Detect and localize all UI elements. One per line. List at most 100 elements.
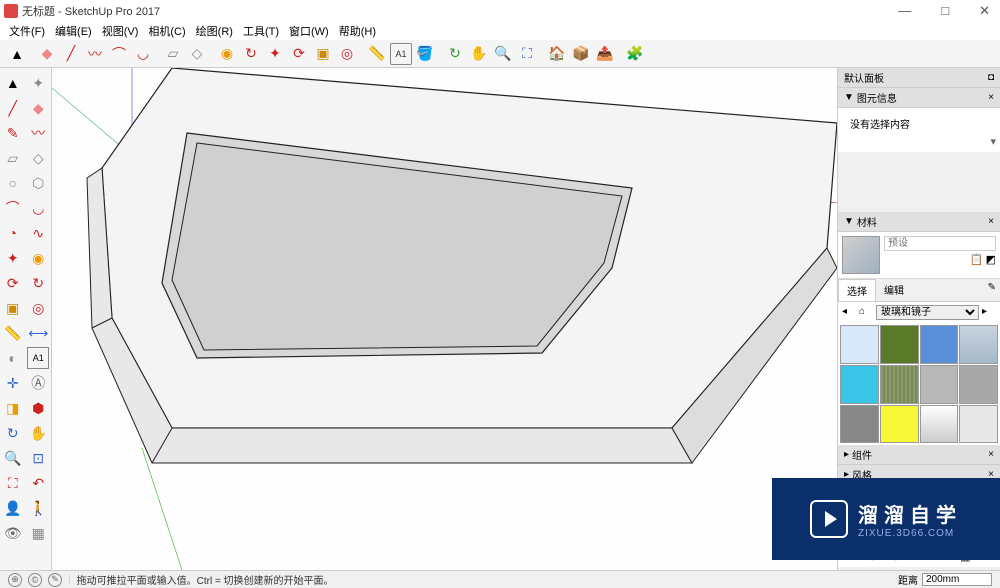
menu-view[interactable]: 视图(V) <box>99 23 142 39</box>
move2-icon[interactable]: ✦ <box>2 247 24 269</box>
bezier-icon[interactable]: ∿ <box>28 222 50 244</box>
materials-header[interactable]: ▼ 材料 × <box>838 212 1000 232</box>
pencil-icon[interactable]: ✎ <box>2 122 24 144</box>
orbit2-icon[interactable]: ↻ <box>2 422 24 444</box>
tool14-icon[interactable]: ⬢ <box>28 397 50 419</box>
offset2-icon[interactable]: ◎ <box>28 297 50 319</box>
geo-icon[interactable]: ⊕ <box>8 573 22 587</box>
close-panel-icon[interactable]: × <box>988 449 994 460</box>
pushpull-tool-icon[interactable]: ◉ <box>216 43 238 65</box>
section-icon[interactable]: ◨ <box>2 397 24 419</box>
sandbox-icon[interactable]: ▦ <box>28 522 50 544</box>
material-swatch[interactable] <box>920 365 959 404</box>
material-swatch[interactable] <box>840 365 879 404</box>
eraser2-icon[interactable]: ◆ <box>28 97 50 119</box>
position-cam-icon[interactable]: 👤 <box>2 497 24 519</box>
text-tool-icon[interactable]: A1 <box>390 43 412 65</box>
3dtext-icon[interactable]: Ⓐ <box>28 372 50 394</box>
paint-bucket-icon[interactable]: 🪣 <box>414 43 436 65</box>
default-panel-header[interactable]: 默认面板 ◘ <box>838 68 1000 88</box>
warehouse-icon[interactable]: 🏠 <box>546 43 568 65</box>
pin-icon[interactable]: ◘ <box>988 72 994 83</box>
move-tool-icon[interactable]: ✦ <box>264 43 286 65</box>
details-icon[interactable]: ▸ <box>982 306 996 320</box>
extension-icon[interactable]: 🧩 <box>624 43 646 65</box>
close-panel-icon[interactable]: × <box>988 216 994 227</box>
text2-icon[interactable]: A1 <box>27 347 49 369</box>
rotrect-icon[interactable]: ◇ <box>28 147 50 169</box>
default-material-icon[interactable]: ◩ <box>986 253 996 266</box>
arc2-tool-icon[interactable]: ◡ <box>132 43 154 65</box>
material-category-select[interactable]: 玻璃和镜子 <box>876 305 979 320</box>
line-tool-icon[interactable]: ╱ <box>60 43 82 65</box>
upload-icon[interactable]: 📤 <box>594 43 616 65</box>
measurement-input[interactable] <box>922 573 992 586</box>
freehand2-icon[interactable]: 〰 <box>28 122 50 144</box>
claim-icon[interactable]: ✎ <box>48 573 62 587</box>
material-swatch[interactable] <box>840 405 879 444</box>
zoomext2-icon[interactable]: ⛶ <box>2 472 24 494</box>
components-header[interactable]: ▸ 组件 × <box>838 445 1000 465</box>
offset-tool-icon[interactable]: ◎ <box>336 43 358 65</box>
close-panel-icon[interactable]: × <box>988 92 994 103</box>
credits-icon[interactable]: © <box>28 573 42 587</box>
freehand-icon[interactable]: 〰 <box>84 43 106 65</box>
create-material-icon[interactable]: 📋 <box>970 253 984 266</box>
arc-tool-icon[interactable]: ⌒ <box>108 43 130 65</box>
axes-icon[interactable]: ✛ <box>2 372 24 394</box>
tape-tool-icon[interactable]: 📏 <box>366 43 388 65</box>
material-swatch[interactable] <box>959 405 998 444</box>
material-swatch[interactable] <box>959 325 998 364</box>
material-swatch[interactable] <box>880 365 919 404</box>
circle-icon[interactable]: ○ <box>2 172 24 194</box>
component-icon[interactable]: 📦 <box>570 43 592 65</box>
scale-tool-icon[interactable]: ▣ <box>312 43 334 65</box>
lookaround-icon[interactable]: 👁 <box>2 522 24 544</box>
material-swatch[interactable] <box>880 325 919 364</box>
eraser-tool-icon[interactable]: ◆ <box>36 43 58 65</box>
rectangle-tool-icon[interactable]: ▱ <box>162 43 184 65</box>
maximize-button[interactable]: □ <box>935 3 955 19</box>
material-swatch[interactable] <box>959 365 998 404</box>
zoom2-icon[interactable]: 🔍 <box>2 447 24 469</box>
menu-window[interactable]: 窗口(W) <box>286 23 332 39</box>
tab-edit[interactable]: 编辑 <box>876 279 912 301</box>
minimize-button[interactable]: — <box>892 3 917 19</box>
rotate2-icon[interactable]: ⟳ <box>2 272 24 294</box>
material-swatch[interactable] <box>920 405 959 444</box>
polygon-icon[interactable]: ⬡ <box>28 172 50 194</box>
pie-icon[interactable]: ◔ <box>2 222 24 244</box>
lasso-icon[interactable]: ✦ <box>28 72 50 94</box>
rotate-tool-icon[interactable]: ⟳ <box>288 43 310 65</box>
arc3-icon[interactable]: ⌒ <box>2 197 24 219</box>
scale2-icon[interactable]: ▣ <box>2 297 24 319</box>
eyedropper-icon[interactable]: ✎ <box>984 279 1000 301</box>
pan2-icon[interactable]: ✋ <box>28 422 50 444</box>
orbit-tool-icon[interactable]: ↻ <box>444 43 466 65</box>
material-swatch[interactable] <box>880 405 919 444</box>
menu-tools[interactable]: 工具(T) <box>240 23 282 39</box>
pushpull2-icon[interactable]: ◉ <box>28 247 50 269</box>
menu-file[interactable]: 文件(F) <box>6 23 48 39</box>
rotated-rect-icon[interactable]: ◇ <box>186 43 208 65</box>
zoomwin-icon[interactable]: ⊡ <box>28 447 50 469</box>
line2-icon[interactable]: ╱ <box>2 97 24 119</box>
material-swatch[interactable] <box>842 236 880 274</box>
arc4-icon[interactable]: ◡ <box>28 197 50 219</box>
followme2-icon[interactable]: ↻ <box>28 272 50 294</box>
zoom-tool-icon[interactable]: 🔍 <box>492 43 514 65</box>
prev-icon[interactable]: ↶ <box>28 472 50 494</box>
rect2-icon[interactable]: ▱ <box>2 147 24 169</box>
tape2-icon[interactable]: 📏 <box>2 322 24 344</box>
followme-tool-icon[interactable]: ↻ <box>240 43 262 65</box>
pan-tool-icon[interactable]: ✋ <box>468 43 490 65</box>
home-icon[interactable]: ⌂ <box>859 306 873 320</box>
menu-draw[interactable]: 绘图(R) <box>193 23 236 39</box>
menu-camera[interactable]: 相机(C) <box>145 23 188 39</box>
menu-edit[interactable]: 编辑(E) <box>52 23 95 39</box>
close-button[interactable]: ✕ <box>973 3 996 19</box>
material-name-input[interactable] <box>884 236 996 251</box>
select-icon[interactable]: ▲ <box>2 72 24 94</box>
back-icon[interactable]: ◂ <box>842 306 856 320</box>
dimension-icon[interactable]: ⟷ <box>28 322 50 344</box>
